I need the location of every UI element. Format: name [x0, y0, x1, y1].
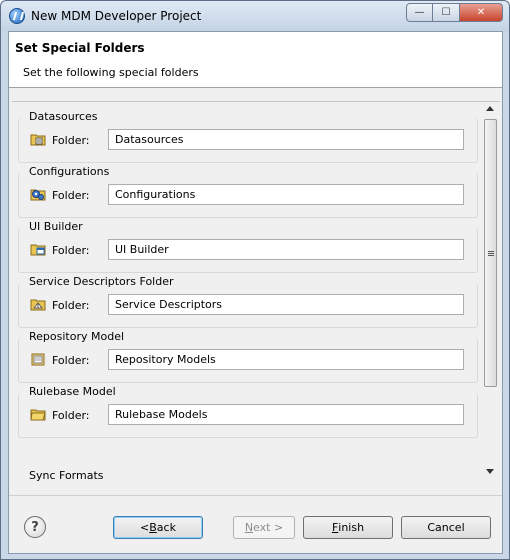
back-button[interactable]: < Back [113, 516, 203, 539]
next-button[interactable]: Next > [233, 516, 295, 539]
group-label: Service Descriptors Folder [29, 275, 174, 288]
folder-field-label: Folder: [52, 189, 90, 202]
folder-group-ui-builder: UI Builder Folder: UI Builder [18, 220, 478, 273]
folder-group-repository-model: Repository Model Folder: Repository Models [18, 330, 478, 383]
page-description: Set the following special folders [23, 66, 199, 79]
app-logo-icon [9, 8, 25, 24]
folder-group-service-descriptors-folder: Service Descriptors Folder Folder: Service… [18, 275, 478, 328]
folder-field-label: Folder: [52, 134, 90, 147]
minimize-button[interactable]: — [406, 3, 433, 22]
folder-field-label: Folder: [52, 244, 90, 257]
folder-input-configurations[interactable]: Configurations [108, 184, 464, 205]
maximize-button[interactable]: ☐ [433, 3, 460, 22]
vertical-scrollbar[interactable] [482, 102, 499, 481]
rulebase-folder-icon [30, 407, 46, 421]
window-title: New MDM Developer Project [31, 9, 202, 23]
window-controls: — ☐ ✕ [406, 3, 503, 23]
group-label-sync-formats: Sync Formats [29, 469, 104, 481]
dialog-window: New MDM Developer Project — ☐ ✕ Set Spec… [0, 0, 510, 560]
group-label: Datasources [29, 110, 98, 123]
ui-builder-folder-icon [30, 242, 46, 256]
dialog-client-area: Set Special Folders Set the following sp… [8, 31, 503, 554]
scroll-down-arrow-icon[interactable] [486, 469, 494, 474]
repository-folder-icon [30, 352, 46, 366]
close-button[interactable]: ✕ [460, 3, 503, 22]
datasource-folder-icon [30, 132, 46, 146]
folder-input-rulebase-model[interactable]: Rulebase Models [108, 404, 464, 425]
page-title: Set Special Folders [15, 41, 145, 55]
scrollbar-thumb[interactable] [484, 119, 497, 387]
group-label: Repository Model [29, 330, 125, 343]
group-label: Configurations [29, 165, 110, 178]
folder-field-label: Folder: [52, 409, 90, 422]
folder-input-repository-model[interactable]: Repository Models [108, 349, 464, 370]
cancel-button-label: Cancel [427, 521, 465, 534]
maximize-icon: ☐ [441, 7, 451, 18]
folder-input-ui-builder[interactable]: UI Builder [108, 239, 464, 260]
back-button-mnemonic: B [149, 521, 157, 534]
footer-divider [9, 495, 502, 496]
folder-group-rulebase-model: Rulebase Model Folder: Rulebase Models [18, 385, 478, 438]
help-icon: ? [31, 519, 39, 535]
minimize-icon: — [414, 7, 425, 18]
wizard-banner: Set Special Folders Set the following sp… [9, 32, 502, 88]
folders-scroll-area: Datasources Folder: Datasources Configurati… [12, 101, 500, 481]
title-bar[interactable]: New MDM Developer Project — ☐ ✕ [1, 1, 509, 31]
folder-field-label: Folder: [52, 299, 90, 312]
service-descriptor-folder-icon [30, 297, 46, 311]
next-button-mnemonic: N [244, 521, 254, 534]
finish-button[interactable]: Finish [303, 516, 393, 539]
folder-group-configurations: Configurations Folder: Configurations [18, 165, 478, 218]
next-button-label: ext > [253, 521, 284, 534]
help-button[interactable]: ? [24, 516, 46, 538]
group-label: Rulebase Model [29, 385, 116, 398]
folder-group-datasources: Datasources Folder: Datasources [18, 110, 478, 163]
scrollbar-grip-icon [488, 251, 494, 256]
back-button-prefix: < [140, 521, 150, 534]
group-label: UI Builder [29, 220, 83, 233]
folder-input-service-descriptors-folder[interactable]: Service Descriptors [108, 294, 464, 315]
scroll-up-arrow-icon[interactable] [486, 106, 494, 111]
finish-button-label: inish [338, 521, 365, 534]
cancel-button[interactable]: Cancel [401, 516, 491, 539]
close-icon: ✕ [476, 7, 486, 18]
back-button-label: ack [156, 521, 176, 534]
configuration-folder-icon [30, 187, 46, 201]
folder-input-datasources[interactable]: Datasources [108, 129, 464, 150]
folder-field-label: Folder: [52, 354, 90, 367]
